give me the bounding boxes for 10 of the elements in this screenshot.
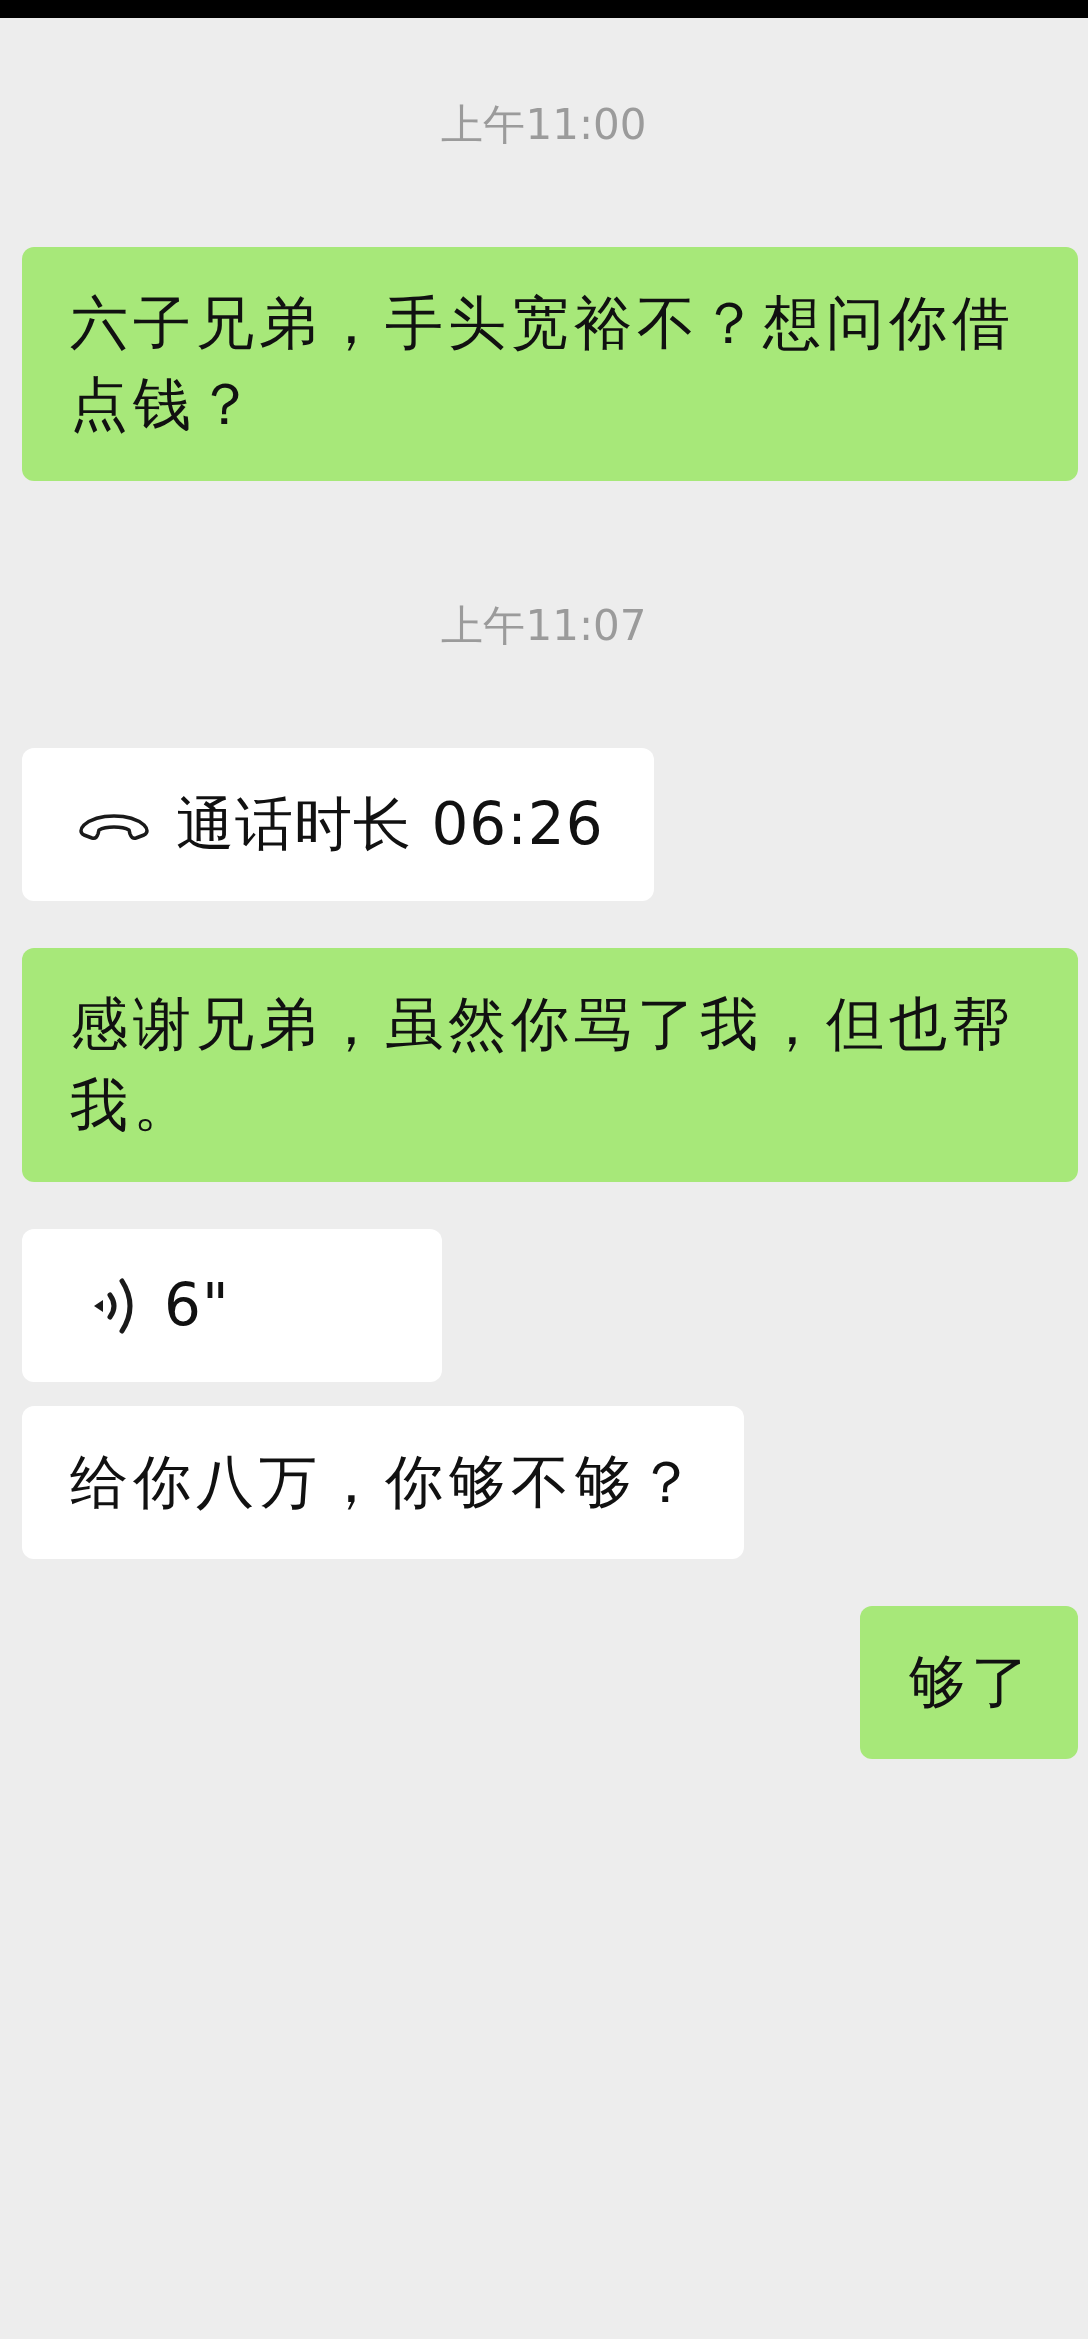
call-record-bubble[interactable]: 通话时长 06:26 [22, 748, 654, 901]
message-bubble: 够了 [860, 1606, 1078, 1759]
message-bubble: 六子兄弟，手头宽裕不？想问你借点钱？ [22, 247, 1078, 481]
call-duration: 通话时长 06:26 [176, 789, 604, 860]
timestamp: 上午11:00 [441, 99, 647, 151]
timestamp: 上午11:07 [441, 600, 647, 652]
voice-duration: 6" [164, 1270, 230, 1341]
message-bubble: 感谢兄弟，虽然你骂了我，但也帮我。 [22, 948, 1078, 1182]
voice-message-bubble[interactable]: 6" [22, 1229, 442, 1382]
message-bubble: 给你八万，你够不够？ [22, 1406, 744, 1559]
